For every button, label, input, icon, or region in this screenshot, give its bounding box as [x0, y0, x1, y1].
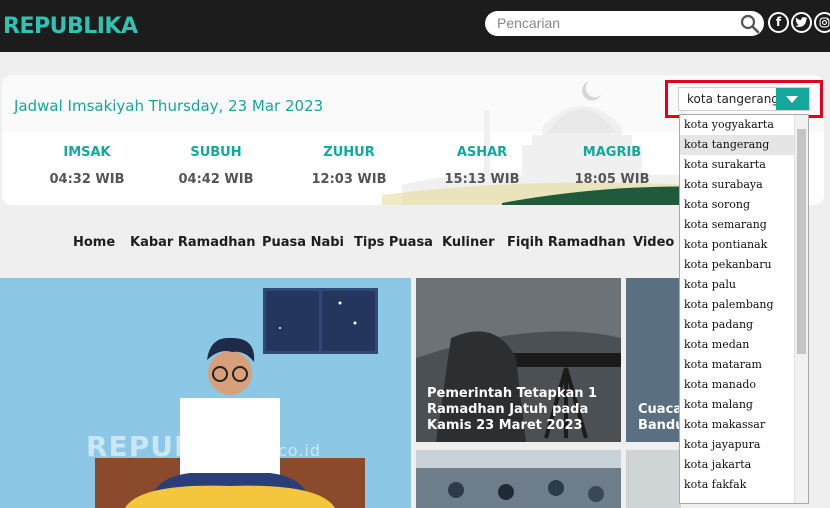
prayer-subuh: SUBUH 04:42 WIB [161, 145, 271, 187]
hero-watermark-suffix: .co.id [271, 441, 321, 460]
prayer-name: SUBUH [190, 145, 242, 160]
article-card[interactable] [416, 450, 621, 508]
article-card[interactable]: Cuaca Bandu [626, 278, 681, 442]
facebook-icon[interactable]: f [768, 12, 789, 33]
city-option[interactable]: kota surakarta [680, 155, 808, 175]
imsakiyah-title: Jadwal Imsakiyah Thursday, 23 Mar 2023 [14, 97, 324, 115]
city-option[interactable]: kota surabaya [680, 175, 808, 195]
city-option[interactable]: kota yogyakarta [680, 115, 808, 135]
city-option[interactable]: kota medan [680, 335, 808, 355]
city-dropdown-list: kota yogyakarta kota tangerang kota sura… [679, 114, 809, 504]
city-option[interactable]: kota jayapura [680, 435, 808, 455]
nav-video[interactable]: Video [633, 235, 674, 250]
article-title[interactable]: Pemerintah Tetapkan 1 Ramadhan Jatuh pad… [427, 386, 613, 434]
prayer-time: 15:13 WIB [444, 172, 520, 187]
city-option[interactable]: kota jakarta [680, 455, 808, 475]
article-card[interactable]: Pemerintah Tetapkan 1 Ramadhan Jatuh pad… [416, 278, 621, 442]
article-image [416, 450, 621, 508]
ramadan-illustration [95, 288, 378, 508]
city-option[interactable]: kota makassar [680, 415, 808, 435]
city-option[interactable]: kota palu [680, 275, 808, 295]
city-option[interactable]: kota padang [680, 315, 808, 335]
prayer-time: 04:32 WIB [49, 172, 125, 187]
article-title[interactable]: Cuaca Bandu [638, 402, 681, 434]
hero-watermark: REPUBLIKA.co.id [86, 430, 321, 463]
hero-image[interactable]: REPUBLIKA.co.id [0, 278, 411, 508]
prayer-name: ZUHUR [323, 145, 375, 160]
article-card[interactable] [626, 450, 681, 508]
hero-watermark-text: REPUBLIKA [86, 430, 272, 463]
city-option[interactable]: kota pontianak [680, 235, 808, 255]
search-icon[interactable] [740, 14, 760, 34]
prayer-magrib: MAGRIB 18:05 WIB [557, 145, 667, 187]
prayer-name: MAGRIB [582, 145, 642, 160]
prayer-imsak: IMSAK 04:32 WIB [32, 145, 142, 187]
nav-home[interactable]: Home [73, 235, 115, 250]
prayer-zuhur: ZUHUR 12:03 WIB [294, 145, 404, 187]
search-input[interactable] [497, 15, 727, 31]
city-option[interactable]: kota fakfak [680, 475, 808, 495]
prayer-time: 12:03 WIB [311, 172, 387, 187]
search-box [485, 11, 764, 36]
city-option[interactable]: kota palembang [680, 295, 808, 315]
city-option[interactable]: kota sorong [680, 195, 808, 215]
nav-kuliner[interactable]: Kuliner [442, 235, 495, 250]
city-option[interactable]: kota mataram [680, 355, 808, 375]
prayer-ashar: ASHAR 15:13 WIB [427, 145, 537, 187]
prayer-name: IMSAK [63, 145, 111, 160]
dropdown-scrollbar[interactable] [794, 115, 808, 503]
top-header: REPUBLIKA f [0, 0, 830, 52]
prayer-name: ASHAR [456, 145, 508, 160]
city-option[interactable]: kota malang [680, 395, 808, 415]
highlight-box [665, 80, 823, 118]
nav-kabar-ramadhan[interactable]: Kabar Ramadhan [130, 235, 256, 250]
prayer-time: 18:05 WIB [574, 172, 650, 187]
city-option-selected[interactable]: kota tangerang [680, 135, 808, 155]
nav-tips-puasa[interactable]: Tips Puasa [354, 235, 433, 250]
city-option[interactable]: kota manado [680, 375, 808, 395]
city-option[interactable]: kota pekanbaru [680, 255, 808, 275]
city-option[interactable]: kota semarang [680, 215, 808, 235]
prayer-time: 04:42 WIB [178, 172, 254, 187]
instagram-icon[interactable] [814, 12, 830, 33]
site-logo[interactable]: REPUBLIKA [3, 14, 138, 39]
nav-fiqih-ramadhan[interactable]: Fiqih Ramadhan [507, 235, 626, 250]
nav-puasa-nabi[interactable]: Puasa Nabi [262, 235, 344, 250]
scrollbar-thumb[interactable] [797, 129, 806, 354]
twitter-icon[interactable] [791, 12, 812, 33]
